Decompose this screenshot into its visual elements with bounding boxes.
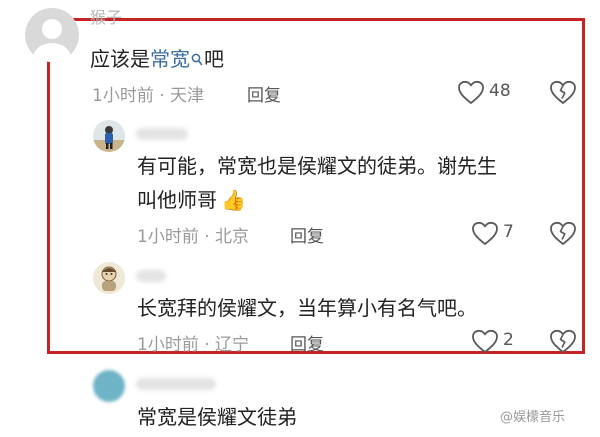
broken-heart-icon[interactable] xyxy=(549,80,577,110)
comment-text-line1: 有可能，常宽也是侯耀文的徒弟。谢先生 xyxy=(137,154,497,178)
broken-heart-icon[interactable] xyxy=(549,221,577,251)
search-icon[interactable] xyxy=(191,44,203,76)
comment-text: 常宽是侯耀文徒弟 xyxy=(137,405,297,429)
avatar[interactable] xyxy=(25,8,79,62)
comment-text: 有可能，常宽也是侯耀文的徒弟。谢先生 叫他师哥 👍 xyxy=(137,150,497,216)
like-count: 48 xyxy=(489,81,511,101)
comment-text-prefix: 应该是 xyxy=(90,47,150,71)
like-count: 2 xyxy=(503,330,514,350)
comment-meta: 1小时前 · 北京 xyxy=(137,227,250,247)
watermark: @娱檬音乐 xyxy=(500,410,566,425)
comment-text-line2: 叫他师哥 👍 xyxy=(137,188,246,212)
like-count: 7 xyxy=(503,222,514,242)
avatar[interactable] xyxy=(93,370,125,402)
avatar[interactable] xyxy=(93,262,125,294)
username[interactable]: 猴子 xyxy=(90,4,122,28)
username-blurred[interactable] xyxy=(136,128,188,140)
avatar[interactable] xyxy=(93,120,125,152)
comment-text: 长宽拜的侯耀文，当年算小有名气吧。 xyxy=(137,296,477,320)
thumbs-up-emoji: 👍 xyxy=(221,188,246,212)
comment-text: 应该是常宽吧 xyxy=(90,43,224,76)
comment-meta: 1小时前 · 辽宁 xyxy=(137,335,250,355)
heart-icon[interactable] xyxy=(471,221,499,251)
heart-icon[interactable] xyxy=(457,80,485,110)
username-blurred[interactable] xyxy=(136,270,166,282)
heart-icon[interactable] xyxy=(471,329,499,359)
comment-meta: 1小时前 · 天津 xyxy=(92,86,205,106)
reply-button[interactable]: 回复 xyxy=(290,330,324,355)
username-blurred[interactable] xyxy=(136,378,216,390)
search-link[interactable]: 常宽 xyxy=(150,47,190,71)
reply-button[interactable]: 回复 xyxy=(290,222,324,247)
broken-heart-icon[interactable] xyxy=(549,329,577,359)
comment-text-suffix: 吧 xyxy=(204,47,224,71)
reply-button[interactable]: 回复 xyxy=(247,81,281,106)
